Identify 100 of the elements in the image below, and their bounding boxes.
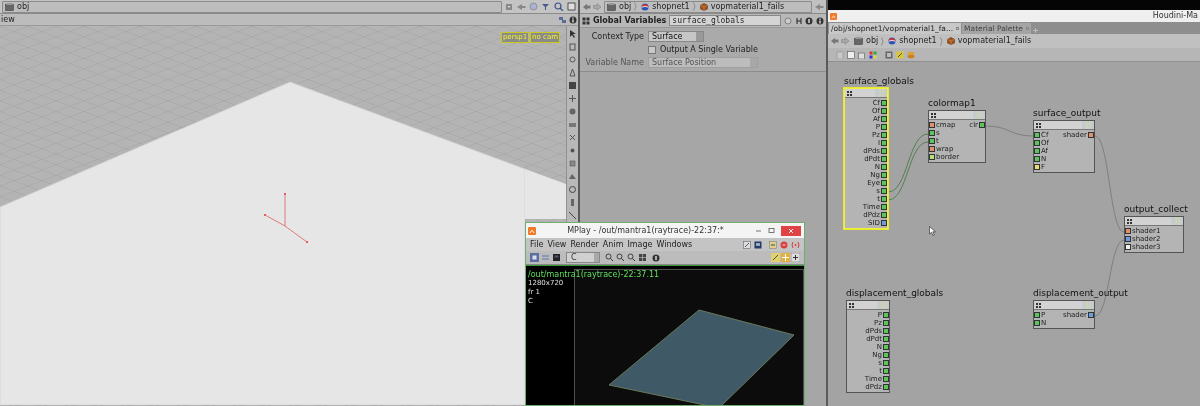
output-port[interactable] bbox=[881, 196, 887, 202]
stack-icon bbox=[907, 50, 915, 59]
output-port[interactable] bbox=[881, 148, 887, 154]
notes-icon bbox=[769, 240, 777, 249]
output-port[interactable] bbox=[883, 344, 889, 350]
output-port[interactable] bbox=[883, 384, 889, 390]
input-port[interactable] bbox=[1125, 228, 1131, 234]
node-icon bbox=[849, 302, 855, 308]
network-icon bbox=[607, 2, 616, 11]
output-port[interactable] bbox=[881, 204, 887, 210]
input-port[interactable] bbox=[929, 130, 935, 136]
output-port[interactable] bbox=[881, 116, 887, 122]
input-port[interactable] bbox=[1034, 132, 1040, 138]
forward-arrow-icon bbox=[593, 2, 602, 11]
wire bbox=[985, 125, 1034, 137]
input-port[interactable] bbox=[929, 122, 935, 128]
output-port[interactable] bbox=[883, 312, 889, 318]
path-crumb[interactable]: obj bbox=[619, 2, 632, 11]
cube-icon bbox=[699, 2, 708, 11]
parameter-label: Variable Name bbox=[585, 57, 644, 67]
input-port[interactable] bbox=[1034, 148, 1040, 154]
output-port[interactable] bbox=[881, 164, 887, 170]
input-port[interactable] bbox=[1034, 164, 1040, 170]
view-mode-icon bbox=[530, 253, 539, 262]
path-crumb[interactable]: obj bbox=[866, 37, 879, 45]
overlay-text: /out/mantra1(raytrace)-22:37.11 bbox=[528, 270, 660, 279]
node-icon bbox=[847, 90, 853, 96]
node-icon bbox=[1127, 218, 1133, 224]
path-crumb[interactable]: obj bbox=[17, 2, 30, 11]
input-port[interactable] bbox=[1125, 244, 1131, 250]
note-icon bbox=[896, 50, 904, 59]
path-crumb[interactable]: vopmaterial1_fails bbox=[957, 37, 1032, 45]
filter-icon bbox=[541, 2, 551, 11]
path-bar[interactable]: obj shopnet1 vopmaterial1_fails bbox=[604, 0, 812, 13]
input-port[interactable] bbox=[1034, 312, 1040, 318]
node-name-field[interactable]: surface_globals bbox=[669, 15, 781, 26]
zoom-in-icon bbox=[605, 253, 614, 262]
output-port[interactable] bbox=[881, 212, 887, 218]
menu-item[interactable]: Render bbox=[570, 240, 599, 249]
pane-title: iew bbox=[1, 15, 15, 24]
output-port[interactable] bbox=[1088, 132, 1094, 138]
input-port[interactable] bbox=[929, 138, 935, 144]
output-port[interactable] bbox=[881, 220, 887, 226]
channel-dropdown[interactable]: C bbox=[566, 252, 600, 263]
input-port[interactable] bbox=[929, 154, 935, 160]
output-port[interactable] bbox=[883, 360, 889, 366]
maximize-icon bbox=[768, 227, 775, 234]
path-bar[interactable]: obj bbox=[2, 0, 502, 13]
node-flags-icon bbox=[877, 301, 889, 309]
output-port[interactable] bbox=[883, 320, 889, 326]
lines-icon bbox=[541, 253, 550, 262]
output-port[interactable] bbox=[881, 124, 887, 130]
menu-item[interactable]: Windows bbox=[656, 240, 693, 249]
network-icon bbox=[5, 2, 14, 11]
mouse-cursor-icon bbox=[929, 226, 936, 236]
input-port[interactable] bbox=[1034, 140, 1040, 146]
output-port[interactable] bbox=[881, 156, 887, 162]
output-port[interactable] bbox=[881, 180, 887, 186]
node-type-label: Global Variables bbox=[593, 16, 667, 25]
output-port[interactable] bbox=[881, 108, 887, 114]
output-port[interactable] bbox=[883, 352, 889, 358]
output-port[interactable] bbox=[1088, 312, 1094, 318]
window-title: MPlay - /out/mantra1(raytrace)-22:37:* bbox=[567, 226, 724, 235]
output-port[interactable] bbox=[881, 132, 887, 138]
output-port[interactable] bbox=[881, 100, 887, 106]
output-port[interactable] bbox=[881, 172, 887, 178]
output-port[interactable] bbox=[883, 328, 889, 334]
node-title: displacement_output bbox=[1033, 288, 1128, 298]
path-crumb[interactable]: shopnet1 bbox=[899, 37, 937, 45]
output-port[interactable] bbox=[979, 122, 985, 128]
menu-item[interactable]: File bbox=[530, 240, 544, 249]
tool-icon bbox=[568, 133, 577, 142]
network-icon bbox=[854, 37, 863, 45]
menu-item[interactable]: View bbox=[547, 240, 567, 249]
path-crumb[interactable]: shopnet1 bbox=[652, 2, 690, 11]
back-arrow-icon bbox=[582, 2, 591, 11]
forward-arrow-icon bbox=[841, 37, 850, 45]
back-arrow-icon bbox=[830, 37, 839, 45]
input-port[interactable] bbox=[1034, 156, 1040, 162]
dropdown[interactable]: Surface bbox=[648, 31, 704, 42]
help-icon bbox=[816, 16, 824, 25]
node-flags-icon bbox=[1082, 121, 1094, 129]
menu-item[interactable]: Image bbox=[627, 240, 653, 249]
close-button[interactable] bbox=[781, 225, 801, 236]
menu-item[interactable]: Anim bbox=[602, 240, 624, 249]
node-title: surface_output bbox=[1033, 108, 1101, 118]
input-port[interactable] bbox=[929, 146, 935, 152]
output-port[interactable] bbox=[881, 140, 887, 146]
input-port[interactable] bbox=[1034, 320, 1040, 326]
checkbox[interactable] bbox=[648, 45, 656, 54]
input-port[interactable] bbox=[1125, 236, 1131, 242]
output-port[interactable] bbox=[881, 188, 887, 194]
search-icon bbox=[554, 2, 564, 11]
node-flags-icon bbox=[1171, 217, 1183, 225]
node-flags-icon bbox=[973, 111, 985, 119]
output-port[interactable] bbox=[883, 376, 889, 382]
output-port[interactable] bbox=[883, 368, 889, 374]
output-port[interactable] bbox=[883, 336, 889, 342]
path-crumb[interactable]: vopmaterial1_fails bbox=[710, 2, 785, 11]
node-icon bbox=[1036, 302, 1042, 308]
